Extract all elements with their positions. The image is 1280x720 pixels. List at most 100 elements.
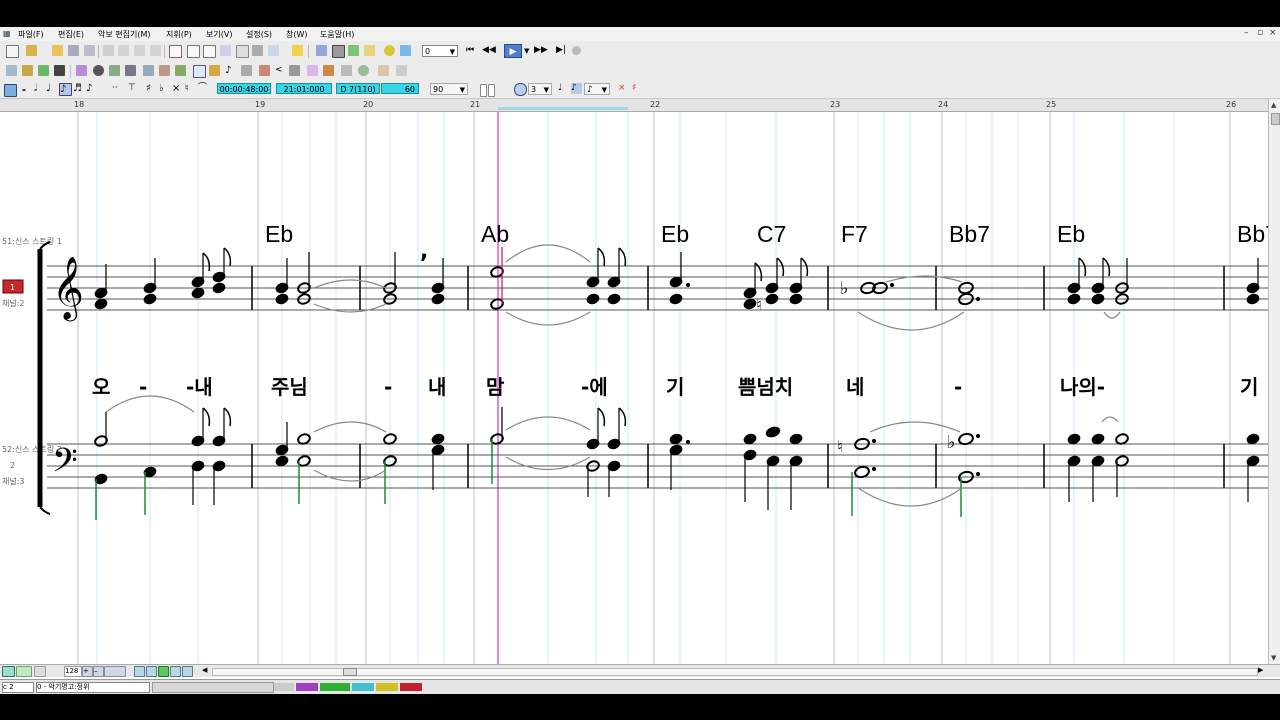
status-tools[interactable]: [152, 682, 274, 693]
tool-text-icon[interactable]: [209, 65, 220, 76]
next-page-icon[interactable]: [170, 666, 181, 677]
tool-time-icon[interactable]: [125, 65, 136, 76]
tool-repeat-icon[interactable]: [159, 65, 170, 76]
sharp-icon[interactable]: ♯: [146, 83, 157, 94]
status-left-field[interactable]: c 2: [2, 682, 34, 693]
paste-icon[interactable]: [150, 45, 161, 56]
natural-icon[interactable]: ♮: [185, 83, 196, 94]
range-end-icon[interactable]: [488, 84, 495, 97]
option-toggle-icon[interactable]: [34, 666, 46, 677]
tool-tie-icon[interactable]: [259, 65, 270, 76]
zoom-out-icon[interactable]: –: [93, 666, 104, 677]
lyric-syllable[interactable]: 주님: [271, 375, 308, 399]
zoom-number[interactable]: 128: [64, 666, 82, 677]
zoom-in-icon[interactable]: +: [82, 666, 93, 677]
menu-conduct[interactable]: 지휘(P): [166, 29, 192, 40]
delete-marker-icon[interactable]: ⨯: [618, 83, 629, 94]
horizontal-scrollbar[interactable]: [212, 668, 1258, 676]
fit-icon[interactable]: [104, 666, 126, 677]
first-page-icon[interactable]: [134, 666, 145, 677]
magnify-icon[interactable]: [514, 83, 527, 96]
chord-symbol[interactable]: Eb: [1057, 221, 1085, 247]
menu-file[interactable]: 파일(F): [18, 29, 44, 40]
undo-icon[interactable]: [103, 45, 114, 56]
tool-measure-icon[interactable]: [143, 65, 154, 76]
save-icon[interactable]: [68, 45, 79, 56]
print-icon[interactable]: [252, 45, 263, 56]
tool-keyboard-icon[interactable]: [54, 65, 65, 76]
lyric-syllable[interactable]: 나의-: [1060, 375, 1105, 399]
chord-symbol[interactable]: Eb: [265, 221, 293, 247]
preview-icon[interactable]: [268, 45, 279, 56]
record-icon[interactable]: [572, 46, 581, 55]
open-folder-icon[interactable]: [26, 45, 37, 56]
piano-roll-icon[interactable]: [348, 45, 359, 56]
tool-midi-icon[interactable]: [289, 65, 300, 76]
half-note-icon[interactable]: 𝅗𝅥: [34, 83, 45, 94]
note-mode-icon[interactable]: [4, 84, 17, 97]
copy-icon[interactable]: [134, 45, 145, 56]
vertical-scrollbar[interactable]: ▲ ▼: [1268, 99, 1280, 664]
tool-ornament-icon[interactable]: [307, 65, 318, 76]
score-canvas[interactable]: 51:신스 스트링 1 1 채널:2 52:신스 스트링 2 2 채널:3 𝄞 …: [0, 112, 1268, 664]
horizontal-scroll-thumb[interactable]: [343, 668, 357, 676]
lyric-syllable[interactable]: 오: [92, 375, 110, 399]
tool-setting-icon[interactable]: [358, 65, 369, 76]
help-icon[interactable]: [292, 45, 303, 56]
menu-edit[interactable]: 편집(E): [58, 29, 84, 40]
triplet-icon[interactable]: ⊤: [128, 83, 139, 94]
lyric-syllable[interactable]: 네: [846, 375, 864, 399]
grid-icon[interactable]: [236, 45, 249, 58]
menu-help[interactable]: 도움말(H): [320, 29, 354, 40]
chord-symbol[interactable]: Ab: [481, 221, 509, 247]
sixteenth-note-icon[interactable]: ♬: [73, 83, 84, 94]
chord-symbol[interactable]: Bb7: [1237, 221, 1268, 247]
layout-icon[interactable]: [220, 45, 231, 56]
lyric-syllable[interactable]: -: [954, 375, 962, 399]
lyric-syllable[interactable]: 내: [428, 375, 446, 399]
tool-select-icon[interactable]: [6, 65, 17, 76]
app-icon[interactable]: ▦: [3, 29, 11, 38]
layer-toggle-icon[interactable]: [16, 666, 32, 677]
rewind-start-icon[interactable]: ⏮: [466, 45, 477, 56]
chord-symbol[interactable]: F7: [841, 221, 868, 247]
stem-up-icon[interactable]: ♩: [558, 83, 569, 94]
thirtysecond-note-icon[interactable]: ♪: [86, 83, 97, 94]
track-view-icon[interactable]: [316, 45, 327, 56]
lyric-syllable[interactable]: 쁨넘치: [738, 375, 793, 399]
tool-chord-icon[interactable]: [76, 65, 87, 76]
tool-rest-icon[interactable]: [241, 65, 252, 76]
restore-icon[interactable]: ▫: [1257, 28, 1263, 38]
play-page-icon[interactable]: [158, 666, 169, 677]
open-icon[interactable]: [52, 45, 63, 56]
menu-window[interactable]: 창(W): [286, 29, 308, 40]
event-list-icon[interactable]: [364, 45, 375, 56]
quarter-note-icon[interactable]: ♩: [46, 83, 57, 94]
stem-down-icon[interactable]: ♪: [571, 83, 582, 94]
tool-disabled-icon[interactable]: [396, 65, 407, 76]
scroll-right-icon[interactable]: ▶: [1258, 666, 1263, 674]
scroll-up-icon[interactable]: ▲: [1271, 101, 1276, 109]
tool-note-icon[interactable]: ♪: [225, 65, 236, 76]
flat-icon[interactable]: ♭: [159, 83, 170, 94]
double-sharp-icon[interactable]: ×: [172, 83, 183, 94]
whole-note-icon[interactable]: 𝅝: [22, 83, 33, 94]
menu-settings[interactable]: 설정(S): [246, 29, 272, 40]
bass-notes[interactable]: [94, 407, 1260, 520]
tool-crescendo-icon[interactable]: <: [275, 65, 286, 76]
lyric-syllable[interactable]: -에: [581, 375, 608, 399]
tool-erase-icon[interactable]: [378, 65, 389, 76]
range-start-icon[interactable]: [480, 84, 487, 97]
score-view-icon[interactable]: [332, 45, 345, 58]
scroll-down-icon[interactable]: ▼: [1271, 654, 1276, 662]
minimize-icon[interactable]: –: [1244, 28, 1249, 38]
tool-group-icon[interactable]: [341, 65, 352, 76]
cut-icon[interactable]: [118, 45, 129, 56]
step-icon[interactable]: ▶|: [556, 45, 567, 56]
mixer-icon[interactable]: [400, 45, 411, 56]
tool-lyrics-icon[interactable]: [193, 65, 206, 78]
lyric-syllable[interactable]: -내: [186, 375, 213, 399]
tool-mark-icon[interactable]: [323, 65, 334, 76]
tool-clef-icon[interactable]: [93, 65, 104, 76]
voice-combo[interactable]: 3 ▼: [528, 83, 552, 95]
